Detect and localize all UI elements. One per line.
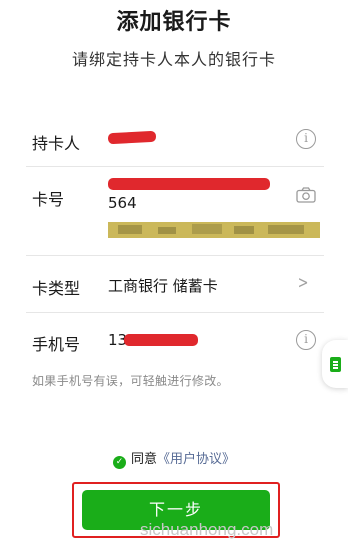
row-card-holder[interactable]: 持卡人 i: [26, 112, 324, 167]
info-icon[interactable]: i: [296, 330, 316, 350]
card-number-redaction: [108, 178, 270, 190]
document-icon: [330, 357, 341, 372]
chevron-right-icon[interactable]: >: [298, 273, 309, 293]
agreement-line: ✓ 同意《用户协议》: [0, 448, 348, 469]
phone-redaction: [124, 334, 198, 346]
phone-label: 手机号: [32, 335, 81, 354]
card-number-obscured-strip: [108, 222, 320, 238]
user-agreement-link[interactable]: 《用户协议》: [157, 452, 235, 467]
check-circle-icon[interactable]: ✓: [112, 456, 126, 469]
watermark-text: sichuanhong.com: [140, 520, 274, 539]
row-phone[interactable]: 手机号 13 i: [26, 314, 324, 366]
card-holder-label: 持卡人: [32, 134, 81, 153]
info-icon[interactable]: i: [296, 129, 316, 149]
card-type-value: 工商银行 储蓄卡: [108, 277, 218, 295]
row-card-type[interactable]: 卡类型 工商银行 储蓄卡 >: [26, 257, 324, 313]
row-card-number[interactable]: 卡号 564: [26, 168, 324, 256]
card-number-digits: 564: [108, 194, 137, 212]
card-holder-redaction: [107, 130, 157, 145]
card-number-label: 卡号: [32, 190, 65, 209]
camera-icon[interactable]: [296, 187, 316, 203]
page-title: 添加银行卡: [116, 10, 232, 35]
agreement-prefix: 同意: [130, 452, 157, 467]
floating-side-tab[interactable]: [322, 340, 348, 388]
phone-hint-text: 如果手机号有误，可轻触进行修改。: [32, 374, 229, 388]
page-subtitle: 请绑定持卡人本人的银行卡: [71, 50, 276, 69]
card-type-label: 卡类型: [32, 279, 81, 298]
